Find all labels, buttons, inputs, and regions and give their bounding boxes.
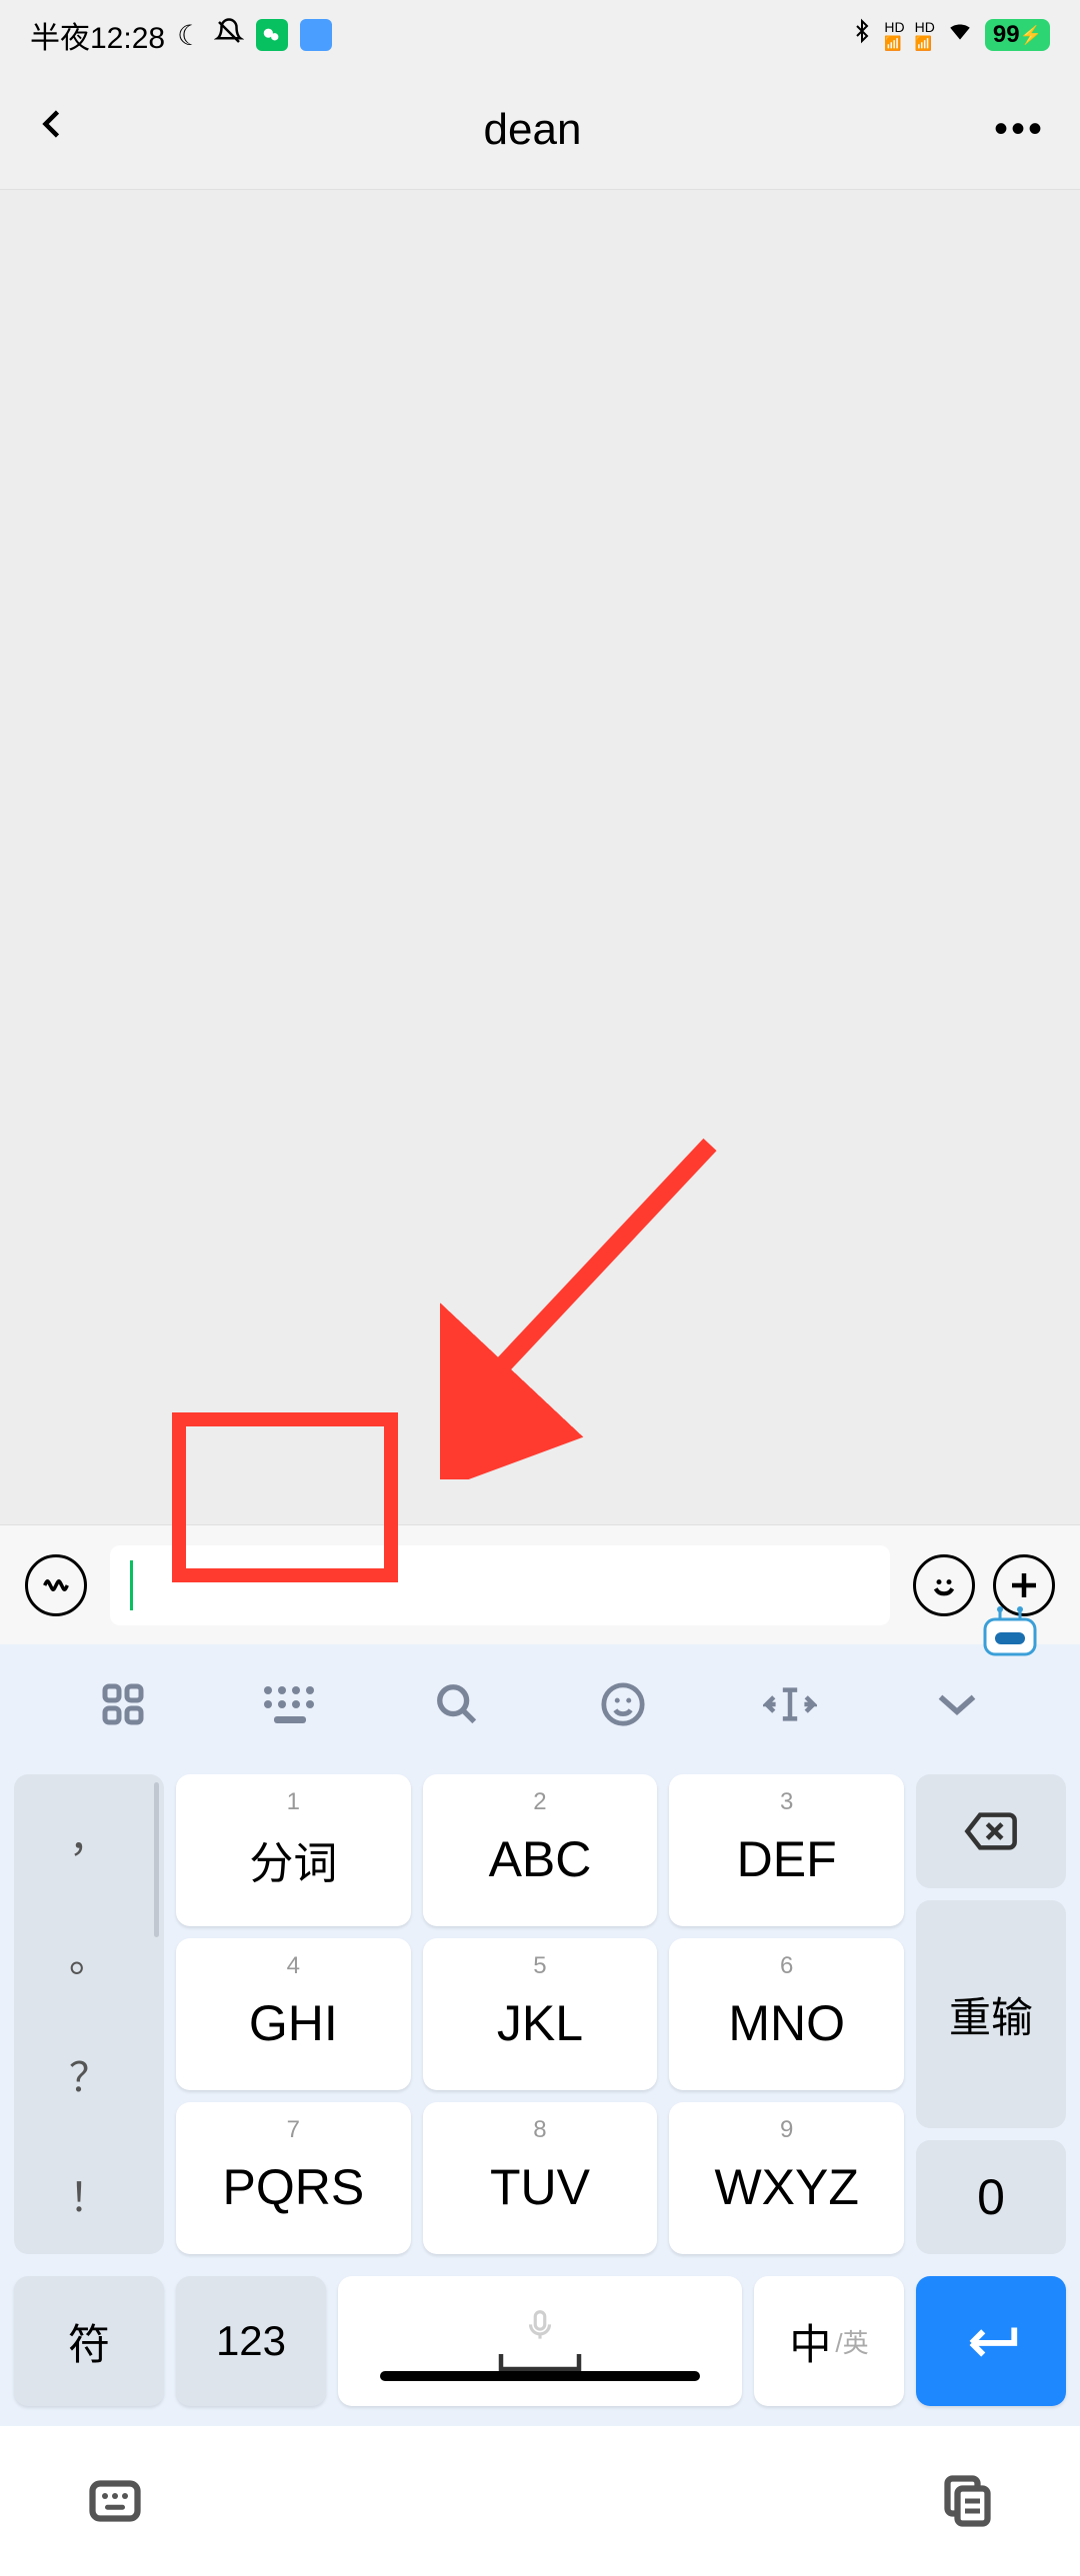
chat-header: dean ••• bbox=[0, 70, 1080, 190]
voice-button[interactable] bbox=[25, 1554, 87, 1616]
key-6-mno[interactable]: 6MNO bbox=[669, 1938, 904, 2090]
search-icon[interactable] bbox=[427, 1674, 487, 1734]
time-label: 半夜12:28 bbox=[30, 13, 165, 57]
apps-icon[interactable] bbox=[93, 1674, 153, 1734]
language-key[interactable]: 中/英 bbox=[754, 2276, 904, 2406]
scroll-indicator bbox=[154, 1782, 159, 1937]
punc-period[interactable]: 。 bbox=[14, 1894, 164, 2014]
key-7-pqrs[interactable]: 7PQRS bbox=[176, 2102, 411, 2254]
clipboard-icon[interactable] bbox=[930, 2466, 1000, 2536]
wifi-icon bbox=[945, 18, 975, 52]
keyboard-bottom-row: 符 123 中/英 bbox=[0, 2264, 1080, 2426]
system-nav-bar bbox=[0, 2426, 1080, 2576]
signal-1-icon: HD📶 bbox=[884, 19, 904, 52]
key-0[interactable]: 0 bbox=[916, 2140, 1066, 2254]
collapse-keyboard-icon[interactable] bbox=[927, 1674, 987, 1734]
backspace-key[interactable] bbox=[916, 1774, 1066, 1888]
emoji-toolbar-icon[interactable] bbox=[593, 1674, 653, 1734]
retype-key[interactable]: 重输 bbox=[916, 1900, 1066, 2128]
punc-comma[interactable]: ， bbox=[14, 1774, 164, 1894]
key-5-jkl[interactable]: 5JKL bbox=[423, 1938, 658, 2090]
input-bar bbox=[0, 1524, 1080, 1644]
punc-question[interactable]: ？ bbox=[14, 2014, 164, 2134]
enter-key[interactable] bbox=[916, 2276, 1066, 2406]
dnd-icon bbox=[214, 17, 244, 54]
key-8-tuv[interactable]: 8TUV bbox=[423, 2102, 658, 2254]
bluetooth-icon bbox=[850, 16, 874, 54]
signal-2-icon: HD📶 bbox=[915, 19, 935, 52]
ime-switcher-icon[interactable] bbox=[80, 2466, 150, 2536]
punc-exclaim[interactable]: ！ bbox=[14, 2134, 164, 2254]
punctuation-column[interactable]: ， 。 ？ ！ bbox=[14, 1774, 164, 2254]
message-input[interactable] bbox=[110, 1545, 890, 1625]
chat-title: dean bbox=[484, 105, 582, 155]
status-left: 半夜12:28 ☾ bbox=[30, 13, 332, 57]
numbers-key[interactable]: 123 bbox=[176, 2276, 326, 2406]
wechat-icon bbox=[256, 19, 288, 51]
text-cursor bbox=[130, 1560, 133, 1610]
keyboard-grid: ， 。 ？ ！ 1分词 2ABC 3DEF 重输 0 4GHI 5JKL 6MN… bbox=[0, 1764, 1080, 2264]
key-1[interactable]: 1分词 bbox=[176, 1774, 411, 1926]
home-indicator[interactable] bbox=[380, 2371, 700, 2381]
moon-icon: ☾ bbox=[177, 19, 202, 52]
cursor-move-icon[interactable] bbox=[760, 1674, 820, 1734]
ai-assistant-icon[interactable] bbox=[975, 1604, 1045, 1659]
space-key[interactable] bbox=[338, 2276, 742, 2406]
status-right: HD📶 HD📶 99⚡ bbox=[850, 16, 1050, 54]
right-column: 重输 0 bbox=[916, 1774, 1066, 2254]
keyboard: ， 。 ？ ！ 1分词 2ABC 3DEF 重输 0 4GHI 5JKL 6MN… bbox=[0, 1644, 1080, 2426]
symbol-key[interactable]: 符 bbox=[14, 2276, 164, 2406]
chat-messages-area[interactable] bbox=[0, 190, 1080, 1524]
key-9-wxyz[interactable]: 9WXYZ bbox=[669, 2102, 904, 2254]
back-button[interactable] bbox=[35, 100, 71, 160]
keyboard-layout-icon[interactable] bbox=[260, 1674, 320, 1734]
status-bar: 半夜12:28 ☾ HD📶 HD📶 99⚡ bbox=[0, 0, 1080, 70]
emoji-button[interactable] bbox=[913, 1554, 975, 1616]
ime-notif-icon bbox=[300, 19, 332, 51]
more-button[interactable]: ••• bbox=[994, 107, 1045, 152]
key-2-abc[interactable]: 2ABC bbox=[423, 1774, 658, 1926]
keyboard-toolbar bbox=[0, 1644, 1080, 1764]
key-4-ghi[interactable]: 4GHI bbox=[176, 1938, 411, 2090]
battery-indicator: 99⚡ bbox=[985, 19, 1050, 51]
key-3-def[interactable]: 3DEF bbox=[669, 1774, 904, 1926]
